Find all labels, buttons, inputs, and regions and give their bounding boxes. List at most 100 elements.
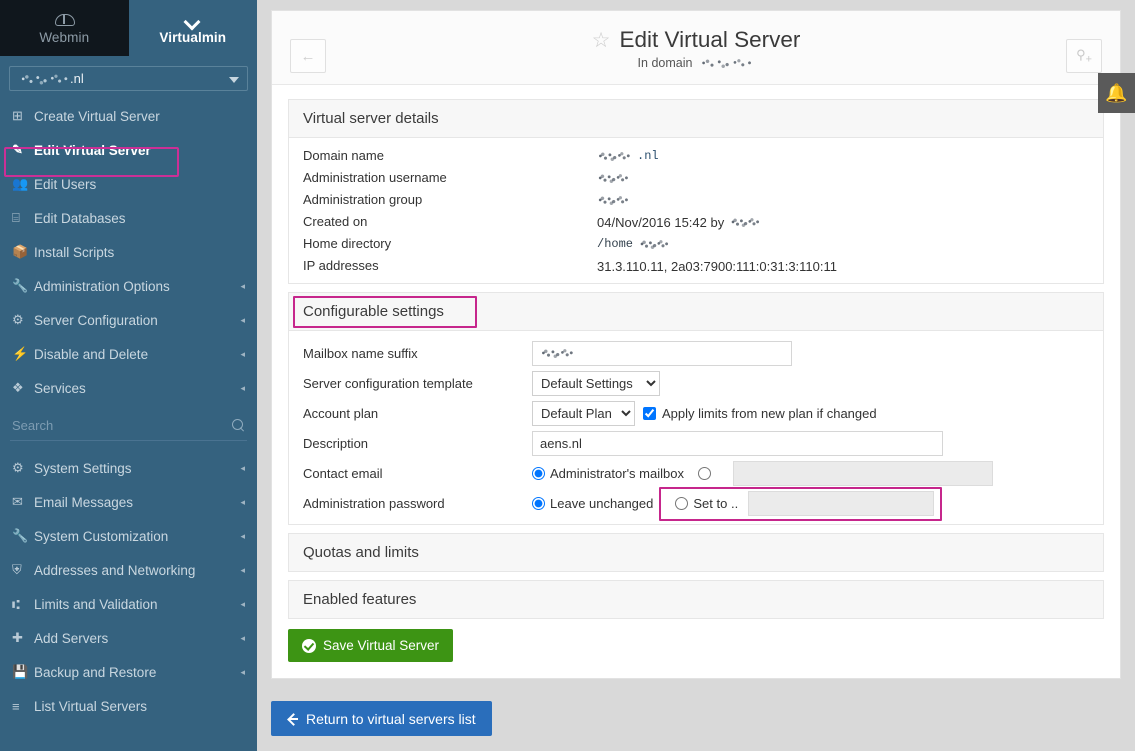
domain-select-value: .nl [18, 71, 84, 86]
sidebar-item-edit-databases[interactable]: ⌸Edit Databases [0, 201, 257, 235]
key-plus-icon: ⚲+ [1076, 47, 1092, 66]
page-subtitle-domain-redacted [698, 58, 754, 69]
domain-select-wrap: .nl [0, 56, 257, 91]
arrow-left-icon [287, 713, 299, 725]
sidebar-item-server-configuration[interactable]: ⚙Server Configuration◂ [0, 303, 257, 337]
archive-icon: 📦 [12, 244, 34, 260]
sidebar-item-administration-options[interactable]: 🔧Administration Options◂ [0, 269, 257, 303]
detail-value [597, 195, 1089, 206]
row-contact-email: Contact email Administrator's mailbox [289, 458, 1103, 488]
panel-quotas-and-limits-title: Quotas and limits [303, 544, 419, 561]
chevron-left-icon: ◂ [235, 667, 245, 678]
detail-label: IP addresses [303, 256, 597, 276]
star-outline-icon[interactable]: ☆ [592, 30, 611, 51]
sitemap-icon: ⑆ [12, 597, 34, 612]
description-input[interactable] [532, 431, 943, 456]
puzzle-icon: ❖ [12, 380, 34, 396]
server-config-template-select[interactable]: Default Settings [532, 371, 660, 396]
sidebar-item-label: Email Messages [34, 495, 235, 510]
chevron-down-icon [229, 77, 239, 83]
sidebar-item-label: Add Servers [34, 631, 235, 646]
redacted-text [639, 239, 669, 250]
row-server-config-template: Server configuration template Default Se… [289, 368, 1103, 398]
apply-limits-checkbox-wrap[interactable]: Apply limits from new plan if changed [643, 406, 877, 421]
sidebar-item-system-customization[interactable]: 🔧System Customization◂ [0, 519, 257, 553]
save-button-wrap: Save Virtual Server [288, 619, 1104, 662]
tab-virtualmin[interactable]: Virtualmin [129, 0, 258, 56]
domain-select[interactable]: .nl [9, 66, 248, 91]
wrench-icon: 🔧 [12, 278, 34, 294]
chevron-left-icon: ◂ [235, 463, 245, 474]
sidebar-item-limits-and-validation[interactable]: ⑆Limits and Validation◂ [0, 587, 257, 621]
panel-configurable-settings-body: Mailbox name suffix Server configuration… [289, 331, 1103, 524]
back-button[interactable]: ← [290, 39, 326, 73]
detail-label: Administration group [303, 190, 597, 210]
panel-configurable-settings-header[interactable]: Configurable settings [289, 293, 1103, 331]
sidebar-item-list-virtual-servers[interactable]: ≡List Virtual Servers [0, 689, 257, 723]
detail-row: Home directory/home [289, 233, 1103, 255]
card-body: Virtual server details Domain name.nlAdm… [272, 85, 1120, 678]
sidebar-item-backup-and-restore[interactable]: 💾Backup and Restore◂ [0, 655, 257, 689]
password-leave-unchanged-option[interactable]: Leave unchanged [532, 496, 653, 511]
apply-limits-checkbox[interactable] [643, 407, 656, 420]
contact-email-admin-mailbox-option[interactable]: Administrator's mailbox [532, 466, 684, 481]
sidebar-item-email-messages[interactable]: ✉Email Messages◂ [0, 485, 257, 519]
sidebar-item-addresses-and-networking[interactable]: ⛨Addresses and Networking◂ [0, 553, 257, 587]
return-to-virtual-servers-list-button[interactable]: Return to virtual servers list [271, 701, 492, 736]
nav-primary: ⊞Create Virtual Server✎Edit Virtual Serv… [0, 99, 257, 405]
sidebar-item-system-settings[interactable]: ⚙System Settings◂ [0, 451, 257, 485]
search-input[interactable] [10, 418, 247, 433]
panel-virtual-server-details: Virtual server details Domain name.nlAdm… [288, 99, 1104, 284]
arrow-left-icon: ← [301, 48, 316, 65]
panel-enabled-features-header[interactable]: Enabled features [289, 581, 1103, 618]
sidebar-item-edit-virtual-server[interactable]: ✎Edit Virtual Server [0, 133, 257, 167]
account-plan-select[interactable]: Default Plan [532, 401, 635, 426]
detail-row: Created on04/Nov/2016 15:42 by [289, 211, 1103, 233]
return-to-virtual-servers-list-label: Return to virtual servers list [306, 711, 476, 727]
sidebar-item-add-servers[interactable]: ✚Add Servers◂ [0, 621, 257, 655]
sidebar-search[interactable] [10, 411, 247, 441]
database-icon: ⌸ [12, 210, 34, 226]
contact-email-admin-mailbox-radio[interactable] [532, 467, 545, 480]
envelope-icon: ✉ [12, 494, 34, 510]
notifications-button[interactable]: 🔔 [1098, 73, 1135, 113]
detail-label: Administration username [303, 168, 597, 188]
save-virtual-server-button[interactable]: Save Virtual Server [288, 629, 453, 662]
password-set-to-option[interactable]: Set to .. [675, 496, 738, 511]
detail-row: IP addresses31.3.110.11, 2a03:7900:111:0… [289, 255, 1103, 277]
key-button[interactable]: ⚲+ [1066, 39, 1102, 73]
save-icon: 💾 [12, 664, 34, 680]
sidebar-item-label: List Virtual Servers [34, 699, 235, 714]
sidebar-item-install-scripts[interactable]: 📦Install Scripts [0, 235, 257, 269]
page-header: ← ⚲+ ☆ Edit Virtual Server In domain [272, 11, 1120, 85]
panel-virtual-server-details-header[interactable]: Virtual server details [289, 100, 1103, 138]
users-icon: 👥 [12, 176, 34, 192]
panel-quotas-and-limits-header[interactable]: Quotas and limits [289, 534, 1103, 571]
label-mailbox-suffix: Mailbox name suffix [303, 346, 532, 361]
sidebar-item-label: Server Configuration [34, 313, 235, 328]
password-set-to-input[interactable] [748, 491, 934, 516]
detail-value-text: 04/Nov/2016 15:42 by [597, 215, 724, 230]
contact-email-custom-radio[interactable] [698, 467, 711, 480]
app-root: Webmin Virtualmin .nl ⊞Create Virtual Se… [0, 0, 1135, 751]
panel-enabled-features: Enabled features [288, 580, 1104, 619]
sidebar-item-services[interactable]: ❖Services◂ [0, 371, 257, 405]
tab-webmin[interactable]: Webmin [0, 0, 129, 56]
tab-webmin-label: Webmin [39, 30, 89, 45]
sidebar-item-disable-and-delete[interactable]: ⚡Disable and Delete◂ [0, 337, 257, 371]
password-leave-unchanged-radio[interactable] [532, 497, 545, 510]
password-set-to-radio[interactable] [675, 497, 688, 510]
redacted-text [597, 173, 629, 184]
sidebar-item-edit-users[interactable]: 👥Edit Users [0, 167, 257, 201]
chevron-left-icon: ◂ [235, 349, 245, 360]
detail-label: Home directory [303, 234, 597, 254]
contact-email-custom-input[interactable] [733, 461, 993, 486]
sidebar-item-label: Services [34, 381, 235, 396]
page-title-text: Edit Virtual Server [619, 27, 800, 53]
panel-configurable-settings: Configurable settings Mailbox name suffi… [288, 292, 1104, 525]
detail-value-text: 31.3.110.11, 2a03:7900:111:0:31:3:110:11 [597, 259, 837, 274]
panel-enabled-features-title: Enabled features [303, 591, 416, 608]
sidebar-item-create-virtual-server[interactable]: ⊞Create Virtual Server [0, 99, 257, 133]
row-mailbox-suffix: Mailbox name suffix [289, 338, 1103, 368]
chevron-down-icon [185, 12, 200, 29]
